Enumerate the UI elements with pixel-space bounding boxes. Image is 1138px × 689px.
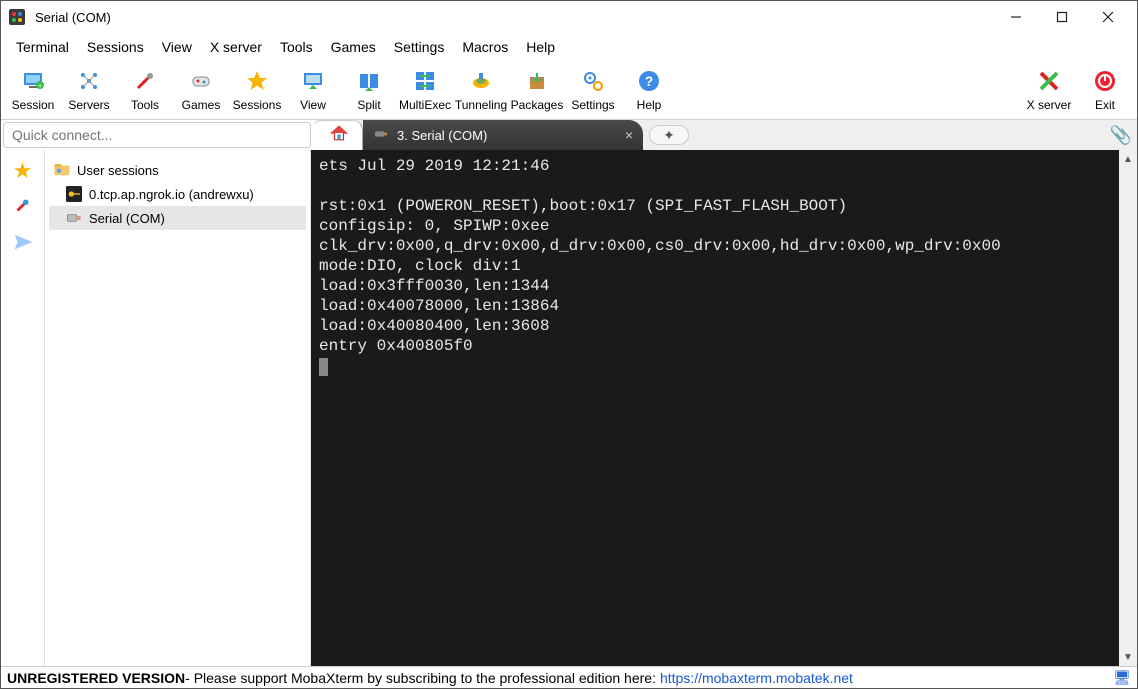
tool-tools[interactable]: Tools [117, 68, 173, 112]
send-button[interactable] [12, 231, 34, 258]
view-icon [300, 68, 326, 94]
help-icon: ? [636, 68, 662, 94]
tool-exit[interactable]: Exit [1077, 68, 1133, 112]
app-window: Serial (COM) Terminal Sessions View X se… [0, 0, 1138, 689]
servers-icon [76, 68, 102, 94]
key-icon [65, 185, 83, 203]
home-icon [330, 124, 348, 147]
tool-packages[interactable]: Packages [509, 68, 565, 112]
menubar: Terminal Sessions View X server Tools Ga… [1, 33, 1137, 60]
tool-servers[interactable]: Servers [61, 68, 117, 112]
terminal-pane: ets Jul 29 2019 12:21:46 rst:0x1 (POWERO… [311, 150, 1137, 666]
maximize-button[interactable] [1039, 2, 1085, 32]
svg-text:+: + [38, 83, 42, 90]
folder-icon [53, 161, 71, 179]
minimize-button[interactable] [993, 2, 1039, 32]
scroll-down-icon[interactable]: ▼ [1119, 648, 1137, 666]
tool-games[interactable]: Games [173, 68, 229, 112]
paperclip-icon: 📎 [1110, 125, 1132, 146]
menu-macros[interactable]: Macros [453, 36, 517, 58]
tools-icon [132, 68, 158, 94]
tool-settings[interactable]: Settings [565, 68, 621, 112]
toolbar: +Session Servers Tools Games Sessions Vi… [1, 60, 1137, 120]
games-icon [188, 68, 214, 94]
status-link[interactable]: https://mobaxterm.mobatek.net [660, 670, 853, 686]
star-icon [244, 68, 270, 94]
packages-icon [524, 68, 550, 94]
favorites-button[interactable]: ★ [13, 158, 33, 184]
menu-terminal[interactable]: Terminal [7, 36, 78, 58]
split-icon [356, 68, 382, 94]
tools-pin-button[interactable] [12, 194, 34, 221]
menu-sessions[interactable]: Sessions [78, 36, 153, 58]
tree-root-label: User sessions [77, 163, 159, 178]
tool-tunneling[interactable]: Tunneling [453, 68, 509, 112]
menu-tools[interactable]: Tools [271, 36, 322, 58]
tree-item-ngrok[interactable]: 0.tcp.ap.ngrok.io (andrewxu) [49, 182, 306, 206]
tool-multiexec[interactable]: MultiExec [397, 68, 453, 112]
main-area: ★ User sessions 0.tcp.ap.ngrok.io (andre… [1, 150, 1137, 666]
session-tree: User sessions 0.tcp.ap.ngrok.io (andrewx… [45, 150, 311, 666]
attachment-button[interactable]: 📎 [1105, 120, 1137, 150]
app-icon [7, 7, 27, 27]
left-toolbar: ★ [1, 150, 45, 666]
serial-port-icon [65, 209, 83, 227]
tab-home[interactable] [315, 120, 363, 150]
tunneling-icon [468, 68, 494, 94]
tab-active-session[interactable]: 3. Serial (COM) × [363, 120, 643, 150]
tool-session[interactable]: +Session [5, 68, 61, 112]
xserver-icon [1036, 68, 1062, 94]
gear-icon [580, 68, 606, 94]
multiexec-icon [412, 68, 438, 94]
menu-help[interactable]: Help [517, 36, 564, 58]
window-title: Serial (COM) [35, 10, 993, 25]
menu-settings[interactable]: Settings [385, 36, 454, 58]
serial-icon [373, 126, 389, 145]
scroll-up-icon[interactable]: ▲ [1119, 150, 1137, 168]
tabstrip: 3. Serial (COM) × ✦ 📎 [1, 120, 1137, 150]
tree-root-user-sessions[interactable]: User sessions [49, 158, 306, 182]
menu-xserver[interactable]: X server [201, 36, 271, 58]
monitor-status-icon[interactable]: 🖥 [1113, 669, 1131, 686]
tool-sessions[interactable]: Sessions [229, 68, 285, 112]
status-version: UNREGISTERED VERSION [7, 670, 185, 686]
scroll-track[interactable] [1119, 168, 1137, 648]
quick-connect-input[interactable] [3, 122, 311, 148]
svg-text:?: ? [645, 73, 654, 89]
tree-item-serial[interactable]: Serial (COM) [49, 206, 306, 230]
tool-xserver[interactable]: X server [1021, 68, 1077, 112]
tree-item-label: Serial (COM) [89, 211, 165, 226]
power-icon [1092, 68, 1118, 94]
terminal-output[interactable]: ets Jul 29 2019 12:21:46 rst:0x1 (POWERO… [311, 150, 1119, 666]
window-controls [993, 2, 1131, 32]
tab-label: 3. Serial (COM) [397, 128, 487, 143]
tool-help[interactable]: ?Help [621, 68, 677, 112]
tab-add-button[interactable]: ✦ [649, 125, 689, 145]
monitor-icon: + [20, 68, 46, 94]
tree-item-label: 0.tcp.ap.ngrok.io (andrewxu) [89, 187, 254, 202]
menu-games[interactable]: Games [322, 36, 385, 58]
plus-icon: ✦ [663, 127, 675, 144]
status-text: - Please support MobaXterm by subscribin… [185, 670, 656, 686]
terminal-scrollbar[interactable]: ▲ ▼ [1119, 150, 1137, 666]
titlebar: Serial (COM) [1, 1, 1137, 33]
close-button[interactable] [1085, 2, 1131, 32]
statusbar: UNREGISTERED VERSION - Please support Mo… [1, 666, 1137, 688]
tool-split[interactable]: Split [341, 68, 397, 112]
tool-view[interactable]: View [285, 68, 341, 112]
tab-close-icon[interactable]: × [625, 127, 633, 143]
menu-view[interactable]: View [153, 36, 201, 58]
